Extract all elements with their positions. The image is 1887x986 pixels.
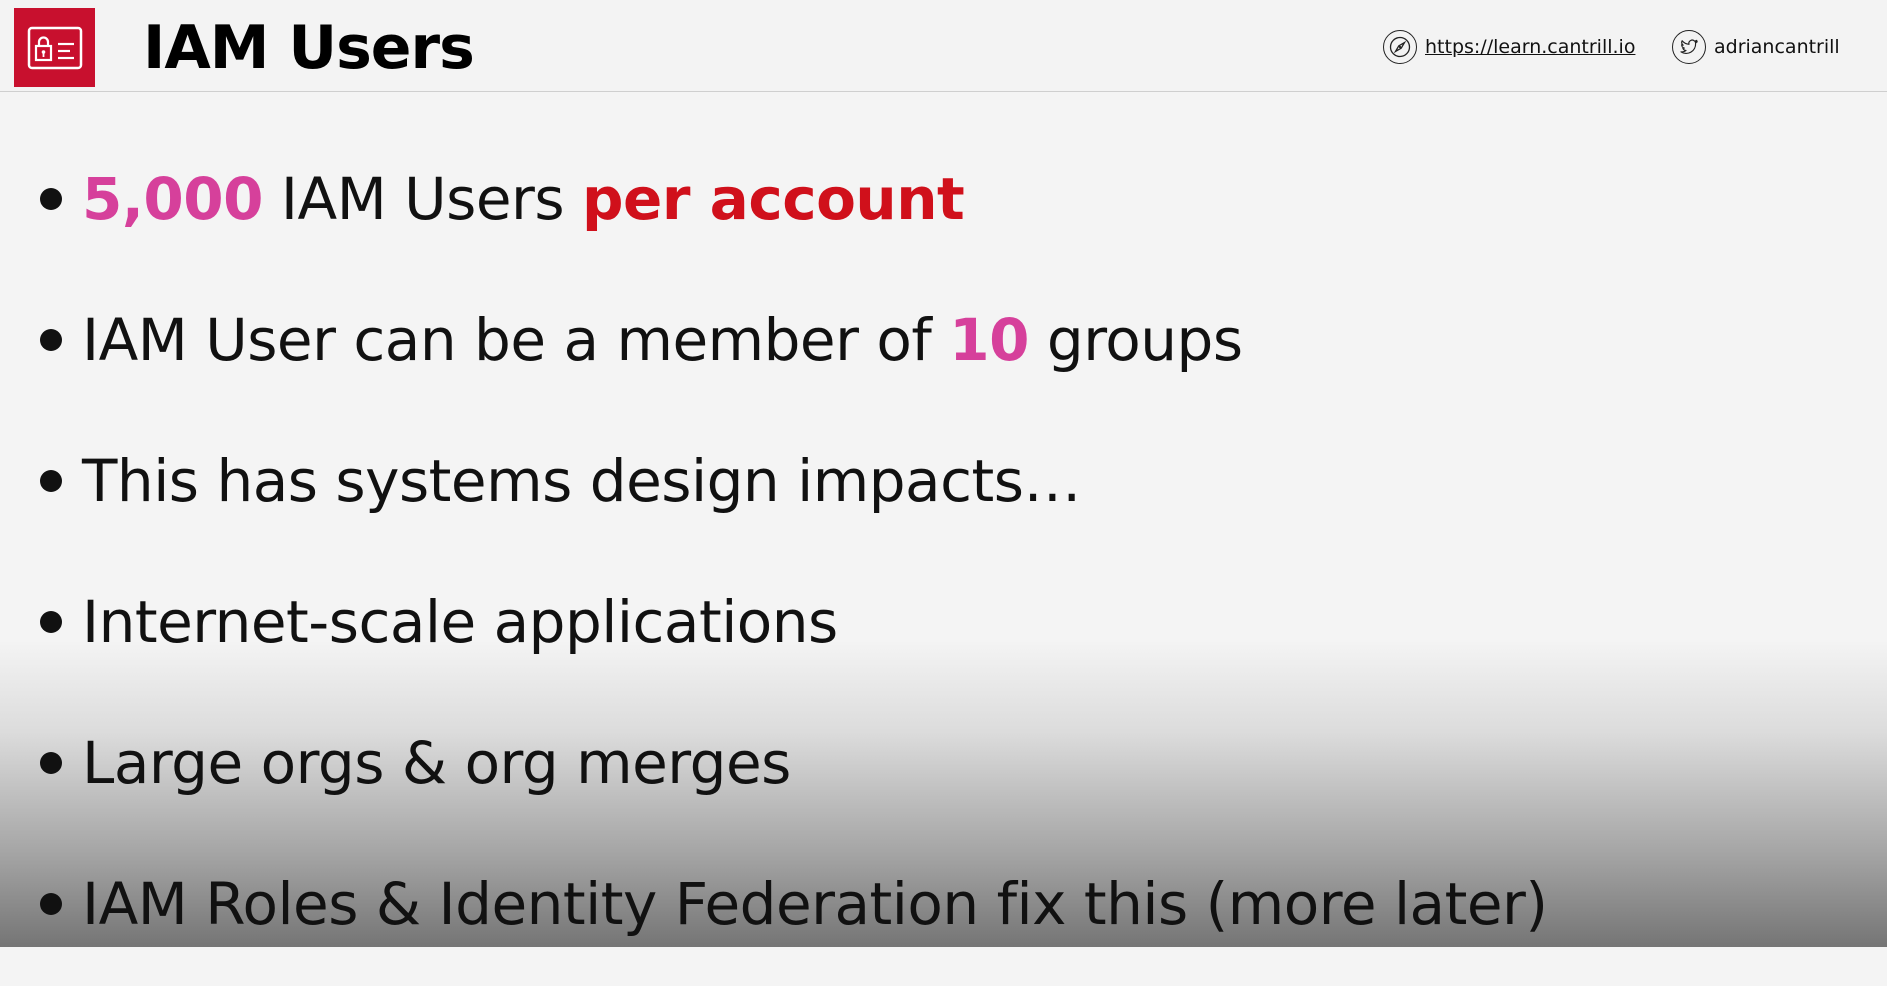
bullet-item: This has systems design impacts…: [40, 422, 1548, 563]
bullet-dot: [40, 188, 62, 210]
bullet-text: This has systems design impacts…: [82, 422, 1081, 540]
bullet-text-segment: Internet-scale applications: [82, 588, 838, 656]
bullet-dot: [40, 329, 62, 351]
bullet-text-segment: IAM Roles & Identity Federation fix this…: [82, 870, 1548, 938]
bullet-dot: [40, 470, 62, 492]
bullet-dot: [40, 893, 62, 915]
bullet-item: Large orgs & org merges: [40, 704, 1548, 845]
bullet-text-segment: This has systems design impacts…: [82, 447, 1081, 515]
bullet-list: 5,000 IAM Users per account IAM User can …: [40, 140, 1548, 986]
bullet-text-segment: Large orgs & org merges: [82, 729, 791, 797]
bullet-dot: [40, 752, 62, 774]
bullet-item: 5,000 IAM Users per account: [40, 140, 1548, 281]
bullet-item: IAM User can be a member of 10 groups: [40, 281, 1548, 422]
highlighted-text: 5,000: [82, 165, 263, 233]
bullet-text: IAM Roles & Identity Federation fix this…: [82, 845, 1548, 963]
bullet-item: Internet-scale applications: [40, 563, 1548, 704]
bullet-text-segment: IAM User can be a member of: [82, 306, 950, 374]
bullet-item: IAM Roles & Identity Federation fix this…: [40, 845, 1548, 986]
bullet-text: 5,000 IAM Users per account: [82, 140, 965, 258]
content-area: 5,000 IAM Users per account IAM User can …: [0, 0, 1887, 947]
highlighted-text: per account: [582, 165, 965, 233]
bullet-text: IAM User can be a member of 10 groups: [82, 281, 1243, 399]
highlighted-text: 10: [949, 306, 1029, 374]
bullet-text-segment: IAM Users: [262, 165, 583, 233]
bullet-text: Internet-scale applications: [82, 563, 838, 681]
bullet-text: Large orgs & org merges: [82, 704, 791, 822]
bullet-dot: [40, 611, 62, 633]
bullet-text-segment: groups: [1028, 306, 1243, 374]
